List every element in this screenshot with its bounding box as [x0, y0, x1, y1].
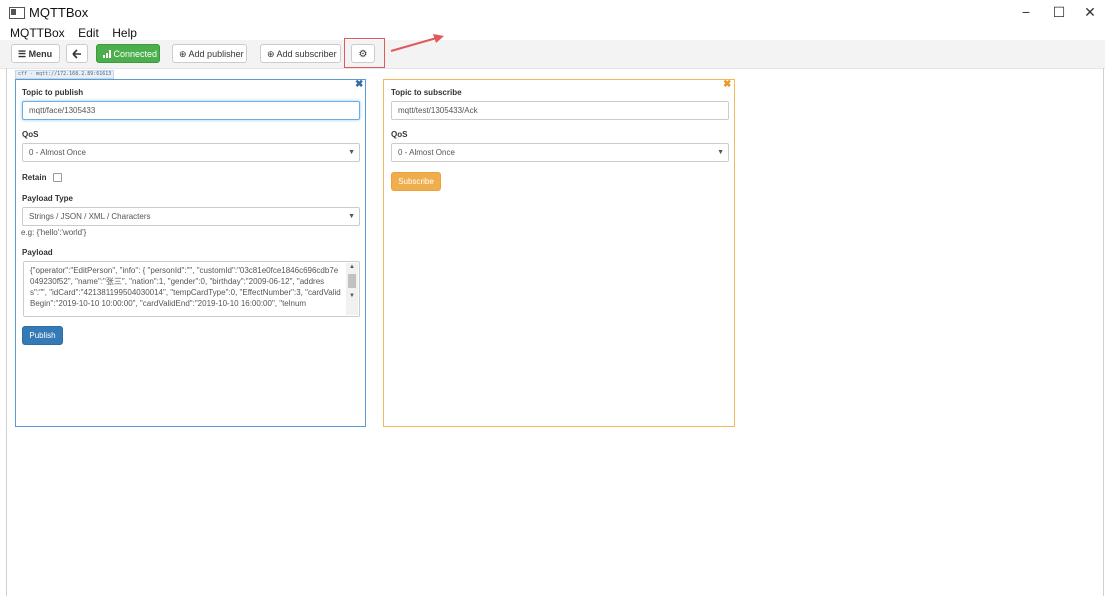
- qos-select[interactable]: 0 - Almost Once ▼: [22, 143, 360, 162]
- menu-edit[interactable]: Edit: [69, 25, 99, 41]
- qos-label: QoS: [391, 130, 408, 139]
- connection-url: cff - mqtt://172.168.2.89:61613: [15, 70, 115, 79]
- topic-publish-input[interactable]: mqtt/face/1305433: [22, 101, 360, 120]
- topic-subscribe-label: Topic to subscribe: [391, 88, 462, 97]
- topic-publish-label: Topic to publish: [22, 88, 84, 97]
- retain-checkbox[interactable]: [53, 173, 62, 182]
- qos-select-value: 0 - Almost Once: [29, 148, 86, 157]
- connected-label: Connected: [113, 49, 158, 59]
- annotation-highlight-box: [344, 38, 385, 68]
- menu-help[interactable]: Help: [103, 25, 137, 41]
- payload-type-label: Payload Type: [22, 194, 73, 203]
- payload-label: Payload: [22, 248, 53, 257]
- connected-button[interactable]: Connected: [96, 44, 160, 63]
- scroll-down-icon[interactable]: ▼: [346, 292, 358, 300]
- payload-scrollbar[interactable]: ▲ ▼: [346, 263, 358, 315]
- back-button[interactable]: [66, 44, 88, 63]
- menu-mqttbox[interactable]: MQTTBox: [0, 25, 65, 41]
- menu-bar: MQTTBox Edit Help: [0, 24, 1105, 40]
- qos-label: QoS: [22, 130, 39, 139]
- chevron-down-icon: ▼: [717, 149, 724, 156]
- close-subscriber-icon[interactable]: ✖: [723, 80, 731, 90]
- retain-label: Retain: [22, 173, 47, 182]
- maximize-button[interactable]: ☐: [1044, 2, 1074, 22]
- chevron-down-icon: ▼: [348, 149, 355, 156]
- menu-button[interactable]: ☰ Menu: [11, 44, 60, 63]
- subscribe-button[interactable]: Subscribe: [391, 172, 441, 191]
- scroll-up-icon[interactable]: ▲: [346, 263, 358, 271]
- payload-textarea[interactable]: {"operator":"EditPerson", "info": { "per…: [23, 261, 360, 317]
- add-publisher-button[interactable]: ⊕ Add publisher: [172, 44, 247, 63]
- close-publisher-icon[interactable]: ✖: [355, 80, 363, 90]
- app-icon: [9, 7, 25, 19]
- window-title: MQTTBox: [29, 5, 89, 20]
- add-subscriber-button[interactable]: ⊕ Add subscriber: [260, 44, 341, 63]
- minimize-button[interactable]: −: [1011, 2, 1041, 22]
- payload-type-select-value: Strings / JSON / XML / Characters: [29, 212, 151, 221]
- payload-hint: e.g: {'hello':'world'}: [21, 228, 87, 237]
- topic-subscribe-input[interactable]: mqtt/test/1305433/Ack: [391, 101, 729, 120]
- qos-select[interactable]: 0 - Almost Once ▼: [391, 143, 729, 162]
- window-frame-left: [6, 68, 7, 596]
- qos-select-value: 0 - Almost Once: [398, 148, 455, 157]
- payload-text: {"operator":"EditPerson", "info": { "per…: [30, 266, 341, 308]
- publish-button[interactable]: Publish: [22, 326, 63, 345]
- chevron-down-icon: ▼: [348, 213, 355, 220]
- scroll-thumb[interactable]: [348, 274, 356, 288]
- payload-type-select[interactable]: Strings / JSON / XML / Characters ▼: [22, 207, 360, 226]
- annotation-arrow-icon: [390, 34, 444, 52]
- title-bar: MQTTBox − ☐ ✕: [0, 0, 1105, 24]
- window-frame-right: [1103, 68, 1104, 596]
- subscriber-panel: ✖ Topic to subscribe mqtt/test/1305433/A…: [383, 79, 735, 427]
- toolbar: ☰ Menu Connected ⊕ Add publisher ⊕ Add s…: [0, 40, 1105, 69]
- close-window-button[interactable]: ✕: [1075, 2, 1105, 22]
- arrow-left-icon: [72, 49, 81, 59]
- signal-bars-icon: [103, 50, 111, 58]
- publisher-panel: ✖ Topic to publish mqtt/face/1305433 QoS…: [15, 79, 366, 427]
